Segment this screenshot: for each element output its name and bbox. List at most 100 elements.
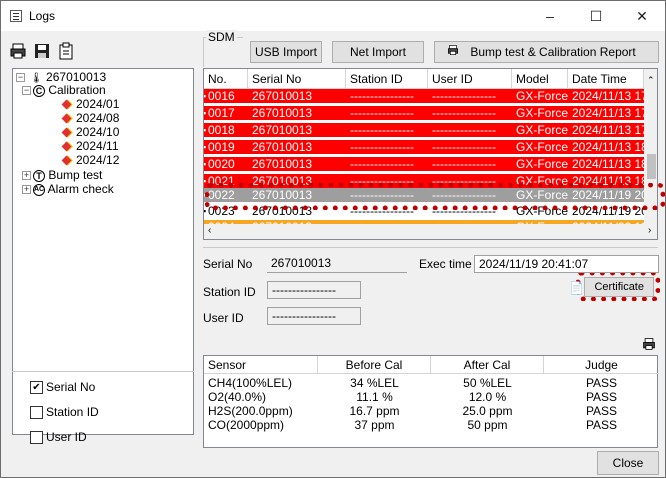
print-sensor-icon[interactable] bbox=[642, 337, 656, 351]
divider bbox=[12, 371, 194, 372]
clipboard-icon[interactable] bbox=[57, 42, 75, 60]
row-marker-icon: ▪ bbox=[204, 89, 206, 103]
table-row[interactable]: ▪0019 267010013 ---------------- ----------… bbox=[204, 140, 644, 154]
scroll-right-icon[interactable]: › bbox=[648, 225, 651, 236]
cell-date: 2024/11/13 17 bbox=[572, 89, 644, 103]
sensor-cell-before: 16.7 ppm bbox=[349, 404, 400, 418]
serial-no-value: 267010013 bbox=[267, 255, 407, 273]
filter-serial-checkbox[interactable]: ✔ bbox=[30, 381, 43, 394]
cell-serial: 267010013 bbox=[252, 106, 313, 120]
printer-icon[interactable] bbox=[9, 42, 27, 60]
tree-bump-test[interactable]: T Bump test bbox=[33, 169, 102, 182]
tree-calibration[interactable]: C Calibration bbox=[33, 84, 106, 97]
tree-item-2024-10[interactable]: 2024/10 bbox=[61, 126, 119, 139]
user-id-label: User ID bbox=[203, 311, 244, 325]
station-id-value: ---------------- bbox=[267, 281, 361, 299]
cell-user: ---------------- bbox=[432, 89, 496, 103]
cell-serial: 267010013 bbox=[252, 157, 313, 171]
tree-item-2024-11[interactable]: 2024/11 bbox=[61, 140, 119, 153]
maximize-button[interactable]: ☐ bbox=[573, 1, 619, 31]
expand-toggle[interactable]: + bbox=[22, 171, 31, 180]
filter-station-checkbox[interactable] bbox=[30, 406, 43, 419]
col-user[interactable]: User ID bbox=[428, 69, 512, 89]
cell-model: GX-Force bbox=[516, 123, 569, 137]
divider bbox=[203, 247, 658, 248]
expand-toggle[interactable]: + bbox=[22, 185, 31, 194]
cell-serial: 267010013 bbox=[252, 123, 313, 137]
window-title: Logs bbox=[29, 9, 56, 23]
cell-no: 0019 bbox=[208, 140, 235, 154]
log-file-icon bbox=[61, 155, 72, 166]
minimize-button[interactable]: – bbox=[527, 1, 573, 31]
collapse-toggle[interactable]: − bbox=[22, 86, 31, 95]
station-id-label: Station ID bbox=[203, 285, 256, 299]
calibration-badge-icon: C bbox=[33, 84, 45, 97]
title-bar: Logs – ☐ ✕ bbox=[1, 1, 665, 31]
cell-model: GX-Force bbox=[516, 157, 569, 171]
cell-serial: 267010013 bbox=[252, 89, 313, 103]
horizontal-scrollbar[interactable]: ‹ › bbox=[204, 224, 657, 239]
certificate-button[interactable]: 📄 Certificate bbox=[569, 277, 654, 297]
row-marker-icon: ▪ bbox=[204, 140, 206, 154]
close-window-button[interactable]: ✕ bbox=[619, 1, 665, 31]
close-button[interactable]: Close bbox=[597, 451, 659, 475]
scroll-thumb[interactable] bbox=[647, 154, 656, 179]
table-row[interactable]: ▪0017 267010013 ---------------- ----------… bbox=[204, 106, 644, 120]
sdm-label: SDM bbox=[206, 30, 237, 44]
collapse-toggle[interactable]: − bbox=[16, 73, 25, 82]
log-file-icon bbox=[61, 127, 72, 138]
sensor-cell-sensor: CO(2000ppm) bbox=[208, 418, 285, 432]
tree-item-2024-08[interactable]: 2024/08 bbox=[61, 112, 119, 125]
cell-model: GX-Force bbox=[516, 140, 569, 154]
sensor-cell-after: 12.0 % bbox=[468, 390, 507, 404]
filter-user-checkbox[interactable] bbox=[30, 431, 43, 444]
cell-station: ---------------- bbox=[350, 89, 414, 103]
report-button[interactable]: Bump test & Calibration Report bbox=[434, 41, 659, 63]
sensor-table[interactable]: Sensor Before Cal After Cal Judge CH4(10… bbox=[203, 355, 659, 448]
net-import-button[interactable]: Net Import bbox=[332, 41, 424, 63]
log-file-icon bbox=[61, 99, 72, 110]
row-marker-icon: ▪ bbox=[204, 123, 206, 137]
device-icon: 🌡 bbox=[30, 73, 43, 84]
log-table[interactable]: No. Serial No Station ID User ID Model D… bbox=[203, 68, 658, 240]
row-marker-icon: ▪ bbox=[204, 157, 206, 171]
cell-user: ---------------- bbox=[432, 123, 496, 137]
col-before-cal: Before Cal bbox=[318, 356, 431, 374]
scroll-up-icon[interactable]: ⌃ bbox=[647, 75, 655, 86]
cell-model: GX-Force bbox=[516, 106, 569, 120]
tree-item-2024-12[interactable]: 2024/12 bbox=[61, 154, 119, 167]
col-sensor: Sensor bbox=[204, 356, 318, 374]
cell-user: ---------------- bbox=[432, 106, 496, 120]
app-icon bbox=[10, 10, 22, 22]
exec-time-label: Exec time bbox=[419, 257, 472, 271]
scroll-left-icon[interactable]: ‹ bbox=[208, 225, 211, 236]
log-tree[interactable]: − 🌡 267010013 − C Calibration 2024/01 20… bbox=[12, 68, 194, 435]
cell-no: 0018 bbox=[208, 123, 235, 137]
cell-no: 0016 bbox=[208, 89, 235, 103]
user-id-value: ---------------- bbox=[267, 307, 361, 325]
tree-alarm-check[interactable]: AC Alarm check bbox=[33, 183, 114, 196]
table-row[interactable]: ▪0018 267010013 ---------------- ----------… bbox=[204, 123, 644, 137]
sensor-cell-sensor: CH4(100%LEL) bbox=[208, 376, 293, 390]
filter-user-label: User ID bbox=[46, 430, 87, 444]
cell-serial: 267010013 bbox=[252, 140, 313, 154]
floppy-icon[interactable] bbox=[33, 42, 51, 60]
tree-item-2024-01[interactable]: 2024/01 bbox=[61, 98, 119, 111]
col-after-cal: After Cal bbox=[431, 356, 544, 374]
usb-import-button[interactable]: USB Import bbox=[250, 41, 322, 63]
table-row[interactable]: ▪0020 267010013 ---------------- ----------… bbox=[204, 157, 644, 171]
col-serial[interactable]: Serial No bbox=[248, 69, 346, 89]
col-no[interactable]: No. bbox=[204, 69, 248, 89]
col-judge: Judge bbox=[544, 356, 659, 374]
col-station[interactable]: Station ID bbox=[346, 69, 428, 89]
cell-no: 0020 bbox=[208, 157, 235, 171]
sensor-cell-after: 50 ppm bbox=[467, 418, 508, 432]
table-header: No. Serial No Station ID User ID Model D… bbox=[204, 69, 657, 89]
col-date[interactable]: Date Time bbox=[568, 69, 644, 89]
cell-user: ---------------- bbox=[432, 157, 496, 171]
cell-station: ---------------- bbox=[350, 140, 414, 154]
row-marker-icon: ▪ bbox=[204, 106, 206, 120]
col-model[interactable]: Model bbox=[512, 69, 568, 89]
table-row[interactable]: ▪0016 267010013 ---------------- ----------… bbox=[204, 89, 644, 103]
sensor-cell-judge: PASS bbox=[585, 418, 618, 432]
